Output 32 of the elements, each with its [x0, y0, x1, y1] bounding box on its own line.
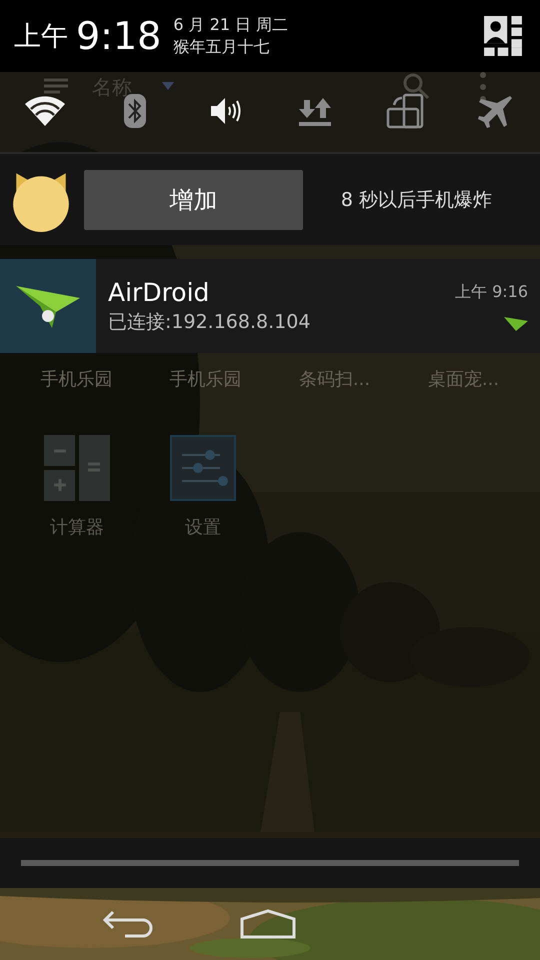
- paper-plane-icon: [504, 316, 528, 330]
- app-label: 设置: [185, 516, 221, 539]
- data-transfer-icon[interactable]: [298, 96, 332, 126]
- dropdown-caret-icon: [162, 82, 174, 90]
- drag-handle[interactable]: [21, 860, 519, 866]
- search-icon: [402, 72, 430, 100]
- airplane-icon[interactable]: [477, 93, 513, 129]
- folder-label: 手机乐园: [40, 368, 114, 391]
- rotation-icon[interactable]: [386, 93, 424, 129]
- list-icon: [42, 78, 70, 94]
- folder-label: 手机乐园: [168, 368, 242, 391]
- lunar-date-text: 猴年五月十七: [173, 36, 270, 58]
- app-label: 计算器: [50, 516, 104, 539]
- calculator-icon: [44, 435, 110, 501]
- notification-text: 8 秒以后手机爆炸: [340, 188, 494, 212]
- profile-icon[interactable]: [484, 16, 522, 56]
- clock-time: 9:18: [76, 14, 162, 58]
- wifi-icon[interactable]: [25, 96, 65, 126]
- notification-text: 已连接:192.168.8.104: [108, 310, 312, 334]
- notification-title: AirDroid: [108, 278, 210, 306]
- folder-label: 条码扫...: [298, 368, 372, 391]
- folder-label: 桌面宠...: [426, 368, 500, 391]
- notification-card[interactable]: 增加 8 秒以后手机爆炸: [0, 154, 540, 245]
- settings-icon: [170, 435, 236, 501]
- notification-card[interactable]: AirDroid 已连接:192.168.8.104 上午 9:16: [0, 259, 540, 353]
- back-icon[interactable]: [102, 910, 155, 938]
- time-period: 上午: [14, 20, 68, 54]
- add-button[interactable]: 增加: [84, 170, 303, 230]
- date-text: 6 月 21 日 周二: [173, 14, 290, 36]
- notification-time: 上午 9:16: [454, 282, 528, 302]
- paper-plane-icon: [16, 284, 80, 328]
- home-icon[interactable]: [240, 909, 296, 939]
